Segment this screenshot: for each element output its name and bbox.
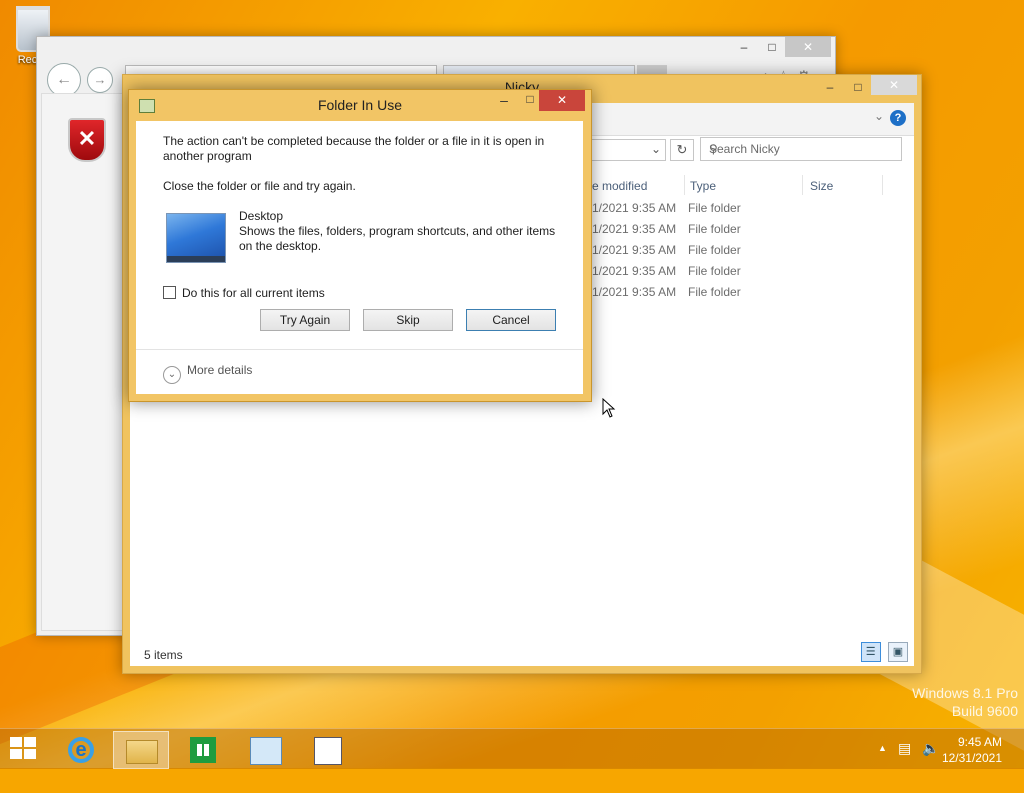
column-type[interactable]: Type [690, 175, 716, 197]
row-date: 1/2021 9:35 AM [592, 201, 677, 215]
dialog-body: The action can't be completed because th… [136, 121, 583, 394]
item-description: Shows the files, folders, program shortc… [239, 224, 556, 253]
help-icon[interactable]: ? [890, 110, 906, 126]
taskbar-store[interactable] [176, 731, 230, 767]
apply-to-all-checkbox[interactable]: Do this for all current items [163, 286, 325, 300]
details-view-icon[interactable]: ☰ [860, 642, 881, 662]
windows-logo-pane [10, 749, 22, 759]
column-date-modified[interactable]: e modified [592, 175, 647, 197]
taskbar-network[interactable] [238, 731, 292, 767]
volume-muted-icon[interactable]: 🔈 [922, 740, 939, 757]
dialog-close-button[interactable]: ✕ [539, 90, 585, 111]
item-name: Desktop [239, 209, 284, 223]
windows-logo-pane [24, 749, 36, 759]
browser-minimize-button[interactable]: – [729, 37, 759, 57]
explorer-maximize-button[interactable]: □ [845, 77, 871, 97]
back-arrow-icon[interactable]: ← [47, 63, 81, 97]
network-status-icon[interactable]: ▤ [898, 740, 911, 757]
clock-date: 12/31/2021 [941, 751, 1002, 765]
dialog-divider [136, 349, 583, 350]
row-type: File folder [688, 243, 741, 257]
system-tray: ▲ ▤ 🔈 9:45 AM 12/31/2021 [864, 729, 1024, 769]
dialog-message: The action can't be completed because th… [163, 134, 545, 163]
column-size[interactable]: Size [810, 175, 833, 197]
clock-time: 9:45 AM [957, 735, 1002, 749]
row-type: File folder [688, 201, 741, 215]
taskbar-document[interactable] [300, 731, 354, 767]
table-row[interactable]: 1/2021 9:35 AM File folder [592, 219, 892, 240]
status-item-count: 5 items [144, 648, 183, 662]
view-switcher: ☰ ▣ [857, 642, 908, 662]
address-dropdown[interactable]: ⌄ [580, 139, 666, 161]
refresh-icon[interactable]: ↻ [670, 139, 694, 161]
row-type: File folder [688, 264, 741, 278]
checkbox-label: Do this for all current items [182, 286, 325, 300]
store-icon [190, 737, 216, 763]
more-details-toggle[interactable]: ⌄ More details [163, 363, 252, 384]
checkbox-icon[interactable] [163, 286, 176, 299]
skip-button[interactable]: Skip [363, 309, 453, 331]
network-icon [250, 737, 282, 765]
chevron-down-icon: ⌄ [163, 366, 181, 384]
desktop-thumbnail-icon [166, 213, 226, 263]
show-hidden-icons-icon[interactable]: ▲ [878, 743, 887, 753]
start-button[interactable] [10, 737, 38, 761]
table-row[interactable]: 1/2021 9:35 AM File folder [592, 240, 892, 261]
explorer-minimize-button[interactable]: – [817, 77, 843, 97]
row-type: File folder [688, 222, 741, 236]
windows-logo-pane [10, 737, 22, 747]
search-input[interactable]: Search Nicky ⚲ [700, 137, 902, 161]
column-separator [882, 175, 883, 195]
dialog-minimize-button[interactable]: – [493, 92, 515, 112]
browser-maximize-button[interactable]: □ [759, 37, 785, 57]
clock[interactable]: 9:45 AM 12/31/2021 [942, 734, 1002, 766]
column-separator [802, 175, 803, 195]
internet-explorer-icon: e [68, 737, 94, 763]
table-row[interactable]: 1/2021 9:35 AM File folder [592, 198, 892, 219]
row-date: 1/2021 9:35 AM [592, 222, 677, 236]
large-icons-view-icon[interactable]: ▣ [888, 642, 908, 662]
dialog-maximize-button[interactable]: □ [519, 92, 541, 112]
browser-sidebar: ✕ [42, 94, 127, 630]
mouse-cursor-icon [602, 398, 616, 418]
taskbar-internet-explorer[interactable]: e [54, 731, 108, 767]
forward-arrow-icon[interactable]: → [87, 67, 113, 93]
row-date: 1/2021 9:35 AM [592, 243, 677, 257]
taskbar: e ▲ ▤ 🔈 9:45 AM 12/31/2021 [0, 728, 1024, 769]
more-details-label: More details [187, 363, 253, 377]
windows-logo-pane [24, 737, 36, 747]
browser-close-button[interactable]: ✕ [785, 37, 831, 57]
cancel-button[interactable]: Cancel [466, 309, 556, 331]
security-warning-shield-icon: ✕ [68, 118, 106, 162]
row-date: 1/2021 9:35 AM [592, 285, 677, 299]
watermark-build: Build 9600 [951, 703, 1018, 719]
table-row[interactable]: 1/2021 9:35 AM File folder [592, 261, 892, 282]
search-icon: ⚲ [709, 142, 718, 156]
watermark-edition: Windows 8.1 Pro [912, 685, 1018, 701]
explorer-close-button[interactable]: ✕ [871, 75, 917, 95]
row-date: 1/2021 9:35 AM [592, 264, 677, 278]
dialog-instruction: Close the folder or file and try again. [163, 179, 356, 193]
folder-in-use-dialog[interactable]: Folder In Use – □ ✕ The action can't be … [128, 89, 592, 402]
table-row[interactable]: 1/2021 9:35 AM File folder [592, 282, 892, 303]
file-explorer-icon [126, 740, 158, 764]
column-separator [684, 175, 685, 195]
row-type: File folder [688, 285, 741, 299]
document-icon [314, 737, 342, 765]
try-again-button[interactable]: Try Again [260, 309, 350, 331]
taskbar-file-explorer[interactable] [113, 731, 169, 769]
os-watermark: Windows 8.1 Pro Build 9600 [912, 684, 1018, 720]
ribbon-expand-chevron-icon[interactable]: ⌄ [874, 109, 884, 123]
